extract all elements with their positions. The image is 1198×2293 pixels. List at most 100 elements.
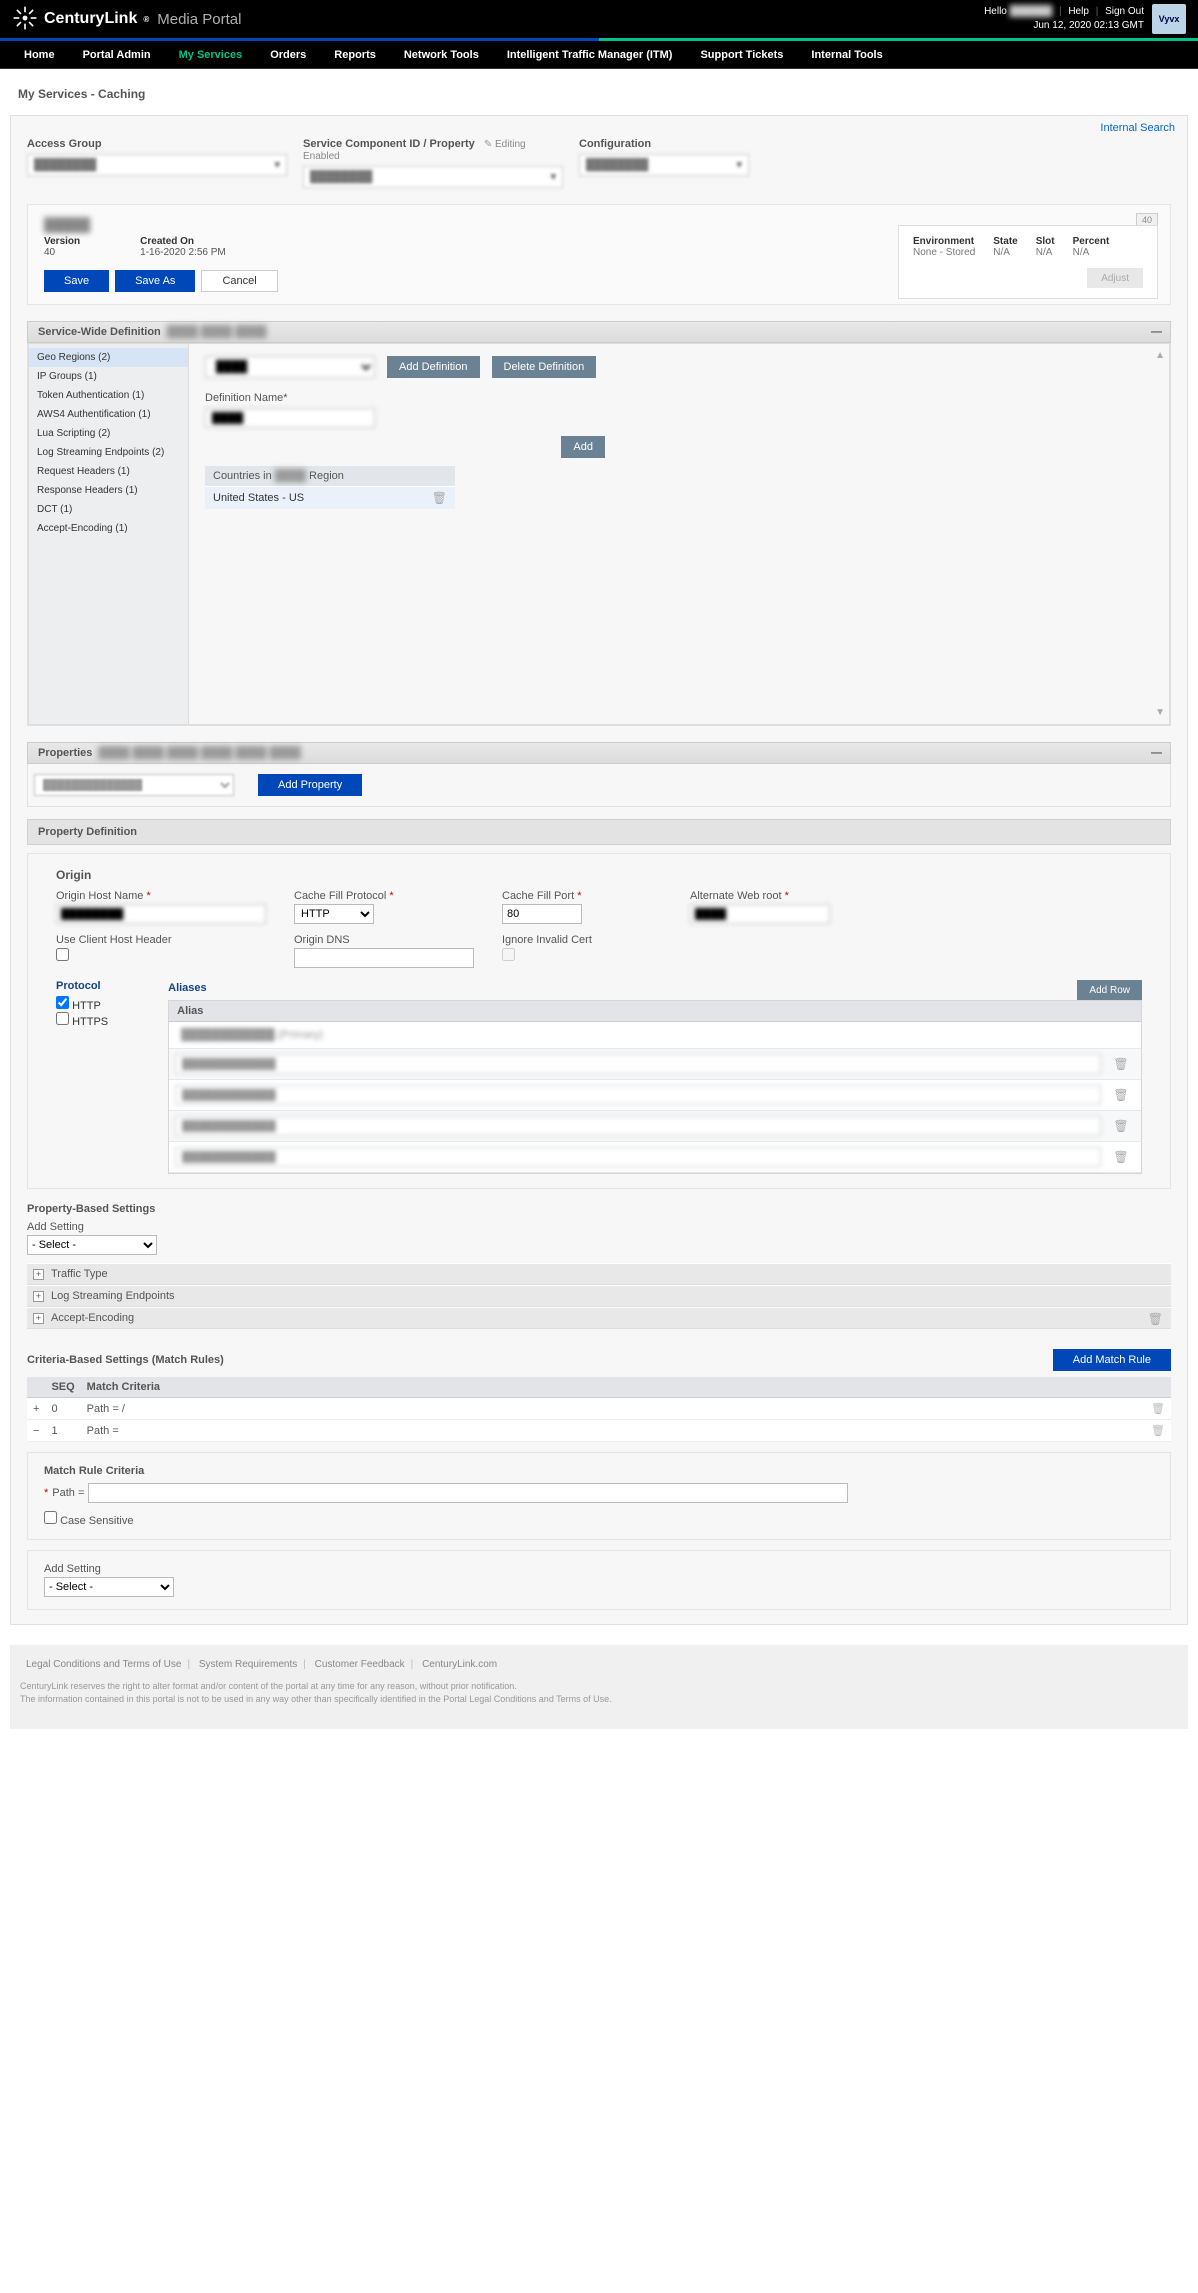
footer-sysreq[interactable]: System Requirements bbox=[199, 1659, 297, 1670]
pencil-icon: ✎ bbox=[484, 139, 492, 150]
seq-header: SEQ bbox=[45, 1377, 80, 1398]
alias-input[interactable] bbox=[175, 1147, 1101, 1167]
alt-webroot-input[interactable] bbox=[690, 904, 830, 924]
property-select[interactable]: ██████████████ bbox=[34, 774, 234, 796]
trash-icon[interactable]: 🗑 bbox=[1151, 1403, 1165, 1415]
configuration-dropdown[interactable]: ████████ bbox=[579, 154, 749, 176]
alias-row: 🗑 bbox=[169, 1080, 1141, 1111]
add-country-button[interactable]: Add bbox=[561, 436, 605, 458]
footer-line1: CenturyLink reserves the right to alter … bbox=[20, 1680, 1178, 1693]
nav-internal-tools[interactable]: Internal Tools bbox=[797, 41, 896, 69]
trash-icon[interactable]: 🗑 bbox=[1113, 1088, 1128, 1102]
nav-orders[interactable]: Orders bbox=[256, 41, 320, 69]
trash-icon[interactable]: 🗑 bbox=[1113, 1119, 1128, 1133]
https-checkbox[interactable] bbox=[56, 1012, 69, 1025]
cache-fill-port-input[interactable] bbox=[502, 904, 582, 924]
origin-dns-input[interactable] bbox=[294, 948, 474, 968]
sidebar-item[interactable]: Response Headers (1) bbox=[29, 481, 188, 500]
expand-icon[interactable]: + bbox=[33, 1269, 44, 1280]
expand-icon[interactable]: + bbox=[33, 1313, 44, 1324]
setting-label: Traffic Type bbox=[51, 1268, 108, 1280]
sidebar-item[interactable]: Log Streaming Endpoints (2) bbox=[29, 443, 188, 462]
country-row: United States - US 🗑 bbox=[205, 486, 455, 509]
nav-itm[interactable]: Intelligent Traffic Manager (ITM) bbox=[493, 41, 687, 69]
add-property-button[interactable]: Add Property bbox=[258, 774, 362, 796]
ignore-cert-checkbox bbox=[502, 948, 515, 961]
sidebar-item[interactable]: Request Headers (1) bbox=[29, 462, 188, 481]
nav-reports[interactable]: Reports bbox=[320, 41, 390, 69]
alias-input[interactable] bbox=[175, 1116, 1101, 1136]
protocol-label: Protocol bbox=[56, 980, 108, 992]
setting-row[interactable]: +Accept-Encoding🗑 bbox=[27, 1307, 1171, 1329]
sidebar-item[interactable]: DCT (1) bbox=[29, 500, 188, 519]
pbs-add-setting-select[interactable]: - Select - bbox=[27, 1235, 157, 1255]
https-label: HTTPS bbox=[72, 1016, 108, 1028]
add-row-button[interactable]: Add Row bbox=[1077, 980, 1142, 1000]
nav-network-tools[interactable]: Network Tools bbox=[390, 41, 493, 69]
delete-definition-button[interactable]: Delete Definition bbox=[492, 356, 597, 378]
http-label: HTTP bbox=[72, 1000, 101, 1012]
setting-row[interactable]: +Log Streaming Endpoints bbox=[27, 1285, 1171, 1307]
sidebar-item[interactable]: Token Authentication (1) bbox=[29, 386, 188, 405]
sidebar-item[interactable]: Lua Scripting (2) bbox=[29, 424, 188, 443]
signout-link[interactable]: Sign Out bbox=[1105, 6, 1144, 17]
nav-support[interactable]: Support Tickets bbox=[686, 41, 797, 69]
cbs-add-setting-select[interactable]: - Select - bbox=[44, 1577, 174, 1597]
scroll-up-icon[interactable]: ▲ bbox=[1155, 350, 1165, 361]
expand-icon[interactable]: + bbox=[33, 1403, 39, 1415]
footer-feedback[interactable]: Customer Feedback bbox=[315, 1659, 405, 1670]
env-value: None - Stored bbox=[913, 247, 975, 258]
path-input[interactable] bbox=[88, 1483, 848, 1503]
trash-icon[interactable]: 🗑 bbox=[1113, 1150, 1128, 1164]
help-link[interactable]: Help bbox=[1068, 6, 1089, 17]
add-definition-button[interactable]: Add Definition bbox=[387, 356, 480, 378]
internal-search-link[interactable]: Internal Search bbox=[1100, 122, 1175, 134]
nav-portal-admin[interactable]: Portal Admin bbox=[69, 41, 165, 69]
case-sensitive-checkbox[interactable] bbox=[44, 1511, 57, 1524]
cache-fill-proto-select[interactable]: HTTP bbox=[294, 904, 374, 924]
access-group-dropdown[interactable]: ████████ bbox=[27, 154, 287, 176]
sidebar-item[interactable]: IP Groups (1) bbox=[29, 367, 188, 386]
alias-row: ████████████ (Primary) bbox=[169, 1022, 1141, 1049]
sidebar-item[interactable]: AWS4 Authentification (1) bbox=[29, 405, 188, 424]
alias-col-header: Alias bbox=[177, 1005, 203, 1017]
pbs-add-setting-label: Add Setting bbox=[27, 1221, 1171, 1233]
scid-dropdown[interactable]: ████████ bbox=[303, 166, 563, 188]
version-label: Version bbox=[44, 236, 80, 247]
trash-icon[interactable]: 🗑 bbox=[1113, 1057, 1128, 1071]
footer-legal[interactable]: Legal Conditions and Terms of Use bbox=[26, 1659, 181, 1670]
adjust-button[interactable]: Adjust bbox=[1087, 268, 1143, 288]
created-value: 1-16-2020 2:56 PM bbox=[140, 247, 226, 258]
properties-collapse-icon[interactable]: — bbox=[1151, 747, 1162, 759]
http-checkbox[interactable] bbox=[56, 996, 69, 1009]
add-match-rule-button[interactable]: Add Match Rule bbox=[1053, 1349, 1171, 1371]
percent-value: N/A bbox=[1073, 247, 1090, 258]
scroll-down-icon[interactable]: ▼ bbox=[1155, 707, 1165, 718]
nav-home[interactable]: Home bbox=[10, 41, 69, 69]
nav-my-services[interactable]: My Services bbox=[165, 41, 257, 69]
sidebar-item[interactable]: Geo Regions (2) bbox=[29, 348, 188, 367]
alias-input[interactable] bbox=[175, 1085, 1101, 1105]
timestamp: Jun 12, 2020 02:13 GMT bbox=[1033, 20, 1144, 32]
alias-input[interactable] bbox=[175, 1054, 1101, 1074]
definition-name-input[interactable] bbox=[205, 408, 375, 428]
expand-icon[interactable]: − bbox=[33, 1425, 39, 1437]
use-client-host-label: Use Client Host Header bbox=[56, 934, 266, 946]
setting-row[interactable]: + Traffic Type bbox=[27, 1263, 1171, 1285]
trash-icon[interactable]: 🗑 bbox=[432, 491, 447, 505]
trash-icon[interactable]: 🗑 bbox=[1148, 1312, 1163, 1326]
save-as-button[interactable]: Save As bbox=[115, 270, 195, 292]
swd-collapse-icon[interactable]: — bbox=[1151, 326, 1162, 338]
expand-icon[interactable]: + bbox=[33, 1291, 44, 1302]
footer-clink[interactable]: CenturyLink.com bbox=[422, 1659, 497, 1670]
origin-host-input[interactable] bbox=[56, 904, 266, 924]
trash-icon[interactable]: 🗑 bbox=[1151, 1425, 1165, 1437]
case-sensitive-label: Case Sensitive bbox=[60, 1515, 133, 1527]
definition-select[interactable]: ████ bbox=[205, 356, 375, 378]
env-label: Environment bbox=[913, 236, 975, 247]
portal-name: Media Portal bbox=[157, 11, 241, 28]
use-client-host-checkbox[interactable] bbox=[56, 948, 69, 961]
cancel-button[interactable]: Cancel bbox=[201, 270, 277, 292]
sidebar-item[interactable]: Accept-Encoding (1) bbox=[29, 519, 188, 538]
save-button[interactable]: Save bbox=[44, 270, 109, 292]
